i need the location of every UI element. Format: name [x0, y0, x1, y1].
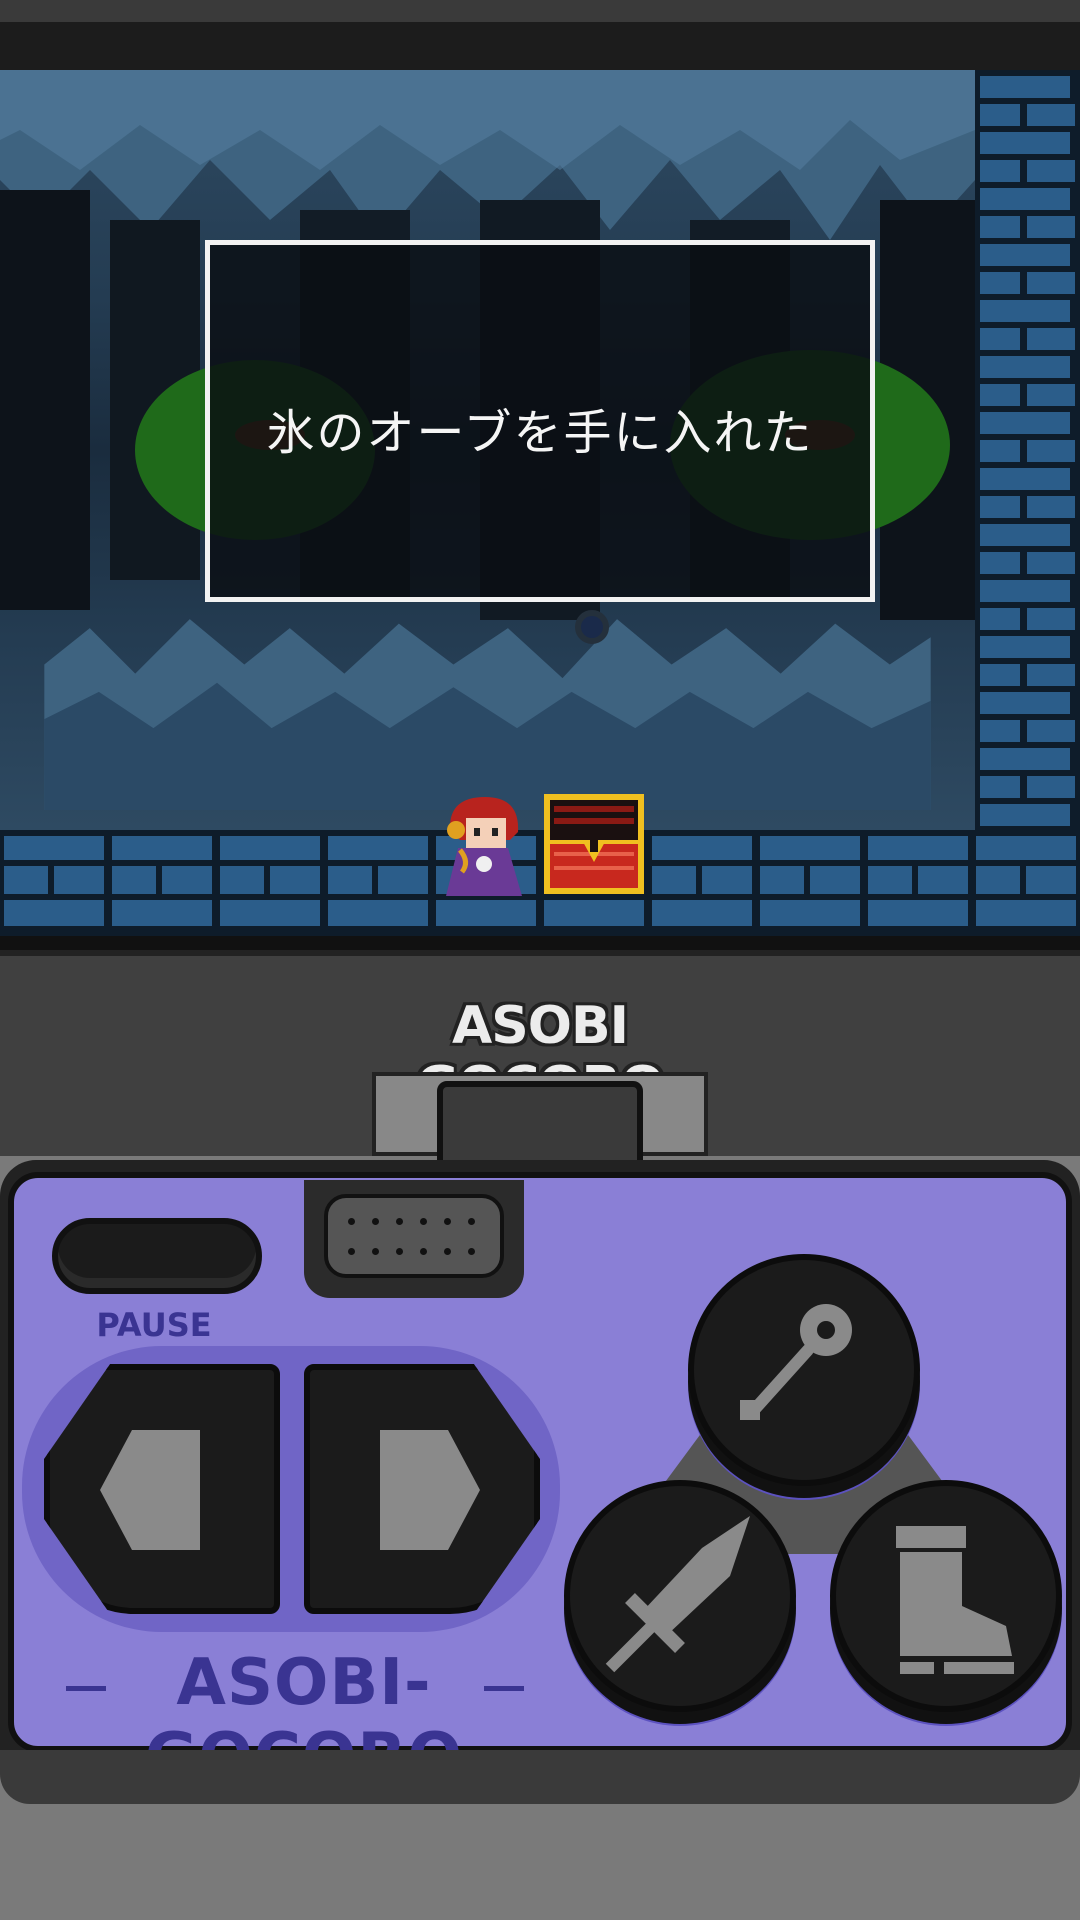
status-strip	[0, 0, 1080, 22]
hero-character	[446, 797, 522, 896]
attack-button[interactable]	[564, 1480, 796, 1712]
treasure-chest-icon[interactable]	[542, 792, 646, 896]
dpad-left-button[interactable]	[44, 1364, 280, 1614]
brick-floor	[0, 830, 1080, 936]
brand-line-right	[484, 1686, 524, 1691]
game-screen[interactable]: 氷のオーブを手に入れた	[0, 70, 1080, 950]
floor-brick-pattern	[0, 830, 1080, 936]
left-arrow-icon	[100, 1430, 200, 1550]
controller-pad: PAUSE ASOBI-GOCORO	[0, 1160, 1080, 1804]
pause-button[interactable]	[52, 1218, 262, 1294]
right-arrow-icon	[380, 1430, 480, 1550]
brick-pattern	[975, 70, 1080, 830]
cave-lower-rocks	[44, 619, 931, 810]
action-buttons	[526, 1254, 1080, 1712]
boot-icon	[896, 1526, 1014, 1674]
controller-face: PAUSE ASOBI-GOCORO	[8, 1172, 1072, 1794]
speaker	[304, 1180, 524, 1298]
magic-wand-icon	[740, 1304, 852, 1420]
console-body: ASOBI GOCORO PAUSE	[0, 950, 1080, 1920]
console-upper-panel: ASOBI GOCORO	[0, 950, 1080, 1166]
brick-wall	[975, 70, 1080, 830]
sword-icon	[605, 1516, 750, 1673]
speaker-grill-icon	[324, 1194, 504, 1278]
magic-button[interactable]	[688, 1254, 920, 1486]
message-dialog[interactable]: 氷のオーブを手に入れた	[205, 240, 875, 602]
screen-bottom-edge	[0, 936, 1080, 950]
cave-shadow	[0, 190, 90, 610]
dpad-area	[22, 1346, 560, 1632]
jump-button[interactable]	[830, 1480, 1062, 1712]
device-top-bezel	[0, 0, 1080, 70]
dialog-message: 氷のオーブを手に入れた	[266, 405, 814, 461]
dpad-right-button[interactable]	[304, 1364, 540, 1614]
cartridge	[437, 1081, 643, 1166]
brand-logo-top: ASOBI GOCORO	[416, 996, 665, 1116]
pause-label: PAUSE	[96, 1306, 212, 1344]
dialog-advance-orb-icon	[575, 610, 609, 644]
controller-ledge	[0, 1750, 1080, 1804]
